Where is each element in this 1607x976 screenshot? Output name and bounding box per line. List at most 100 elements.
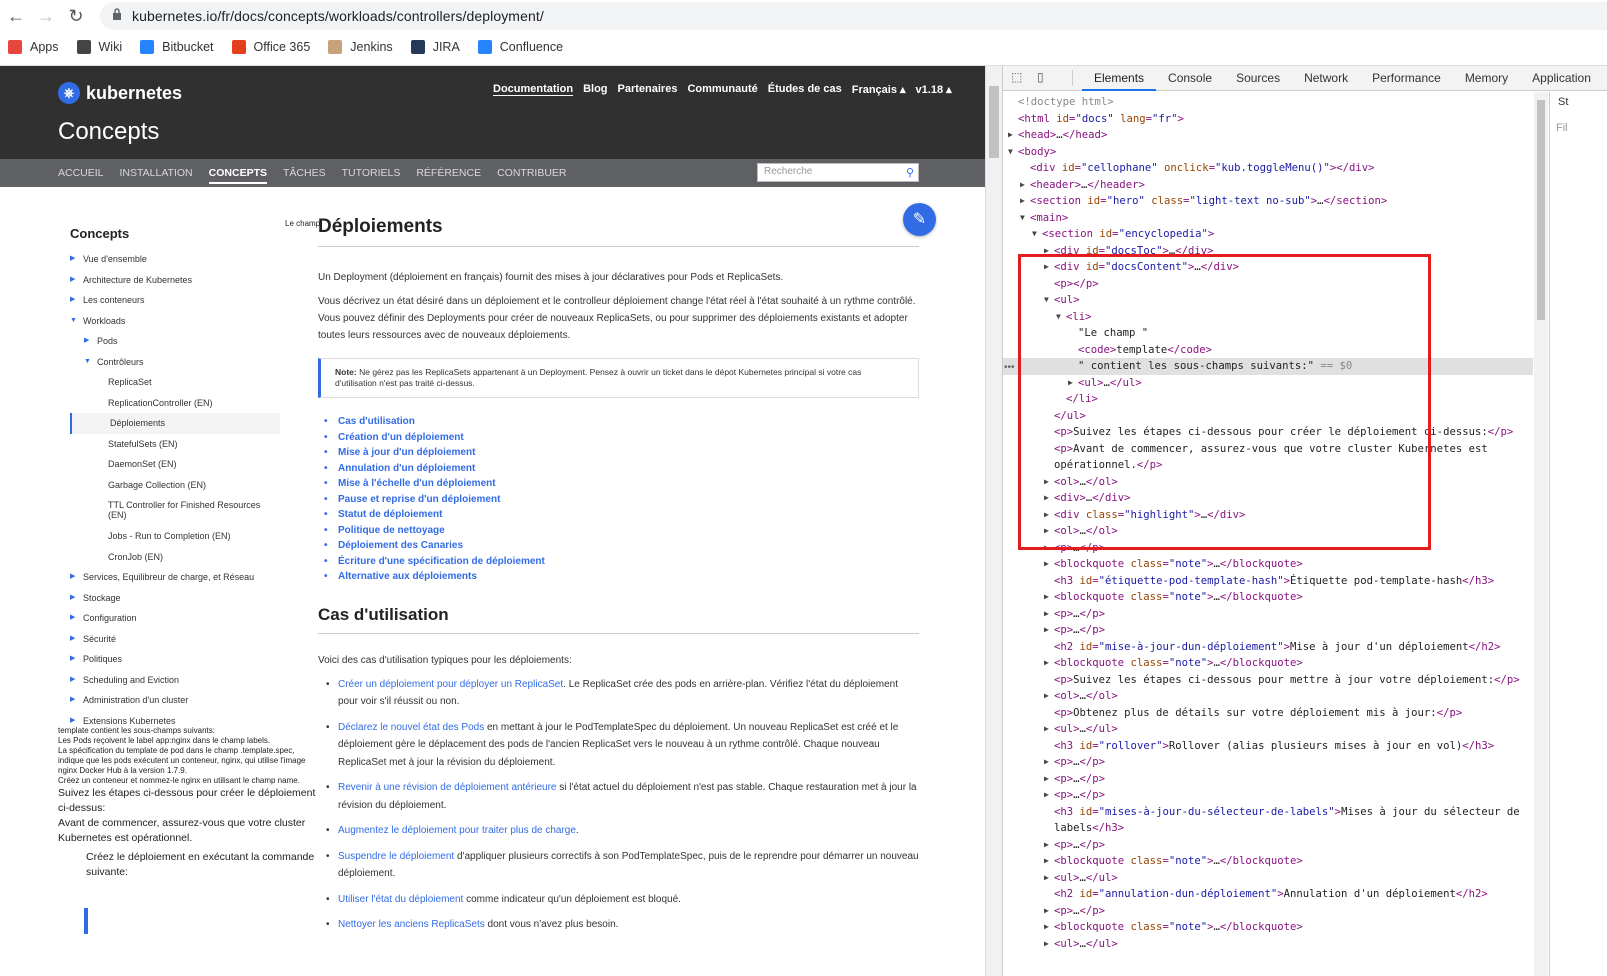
sidebar-item[interactable]: ▶ Les conteneurs	[70, 290, 280, 311]
dom-node-line[interactable]: ▶ <blockquote class="note">…</blockquote>	[1003, 919, 1533, 936]
expand-down-icon[interactable]: ▼	[1032, 226, 1037, 243]
search-icon[interactable]: ⚲	[906, 166, 914, 179]
expand-down-icon[interactable]: ▼	[1020, 210, 1025, 227]
kubernetes-logo[interactable]: ⎈ kubernetes	[58, 82, 182, 104]
dom-node-line[interactable]: ▼ <section id="encyclopedia">	[1003, 226, 1533, 243]
chevron-right-icon[interactable]: ▶	[70, 649, 75, 670]
styles-tab[interactable]: St	[1558, 96, 1568, 108]
sidebar-item[interactable]: ▶ Politiques	[70, 649, 280, 670]
toc-link[interactable]: Pause et reprise d'un déploiement	[324, 494, 919, 510]
dom-node-line[interactable]: <html id="docs" lang="fr">	[1003, 111, 1533, 128]
expand-right-icon[interactable]: ▶	[1044, 556, 1049, 573]
tab-tâches[interactable]: TÂCHES	[283, 167, 326, 184]
toc-link[interactable]: Écriture d'une spécification de déploiem…	[324, 556, 919, 572]
back-arrow-icon[interactable]: ←	[4, 4, 28, 28]
bookmark-bitbucket[interactable]: Bitbucket	[140, 40, 214, 54]
chevron-down-icon[interactable]: ▼	[70, 311, 77, 332]
search-input[interactable]: Recherche ⚲	[757, 163, 919, 182]
sidebar-item[interactable]: ▶ Sécurité	[70, 629, 280, 650]
bookmark-jenkins[interactable]: Jenkins	[328, 40, 393, 54]
devtools-scrollbar[interactable]	[1534, 92, 1548, 976]
dom-node-line[interactable]: ▶ <p>…</p>	[1003, 622, 1533, 639]
expand-right-icon[interactable]: ▶	[1044, 688, 1049, 705]
tab-installation[interactable]: INSTALLATION	[120, 167, 193, 184]
chevron-right-icon[interactable]: ▶	[70, 567, 75, 588]
dom-node-line[interactable]: ▶ <blockquote class="note">…</blockquote>	[1003, 556, 1533, 573]
chevron-right-icon[interactable]: ▶	[70, 690, 75, 711]
sidebar-item[interactable]: CronJob (EN)	[70, 547, 280, 568]
expand-right-icon[interactable]: ▶	[1044, 622, 1049, 639]
sidebar-item[interactable]: ReplicaSet	[70, 372, 280, 393]
topnav-item[interactable]: Documentation	[493, 83, 574, 96]
chevron-right-icon[interactable]: ▶	[84, 331, 89, 352]
device-toolbar-icon[interactable]: ▯	[1037, 70, 1053, 86]
dom-node-line[interactable]: ▼ <body>	[1003, 144, 1533, 161]
expand-right-icon[interactable]: ▶	[1044, 853, 1049, 870]
expand-right-icon[interactable]: ▶	[1044, 936, 1049, 953]
sidebar-item[interactable]: TTL Controller for Finished Resources (E…	[70, 495, 280, 526]
dom-node-line[interactable]: ▶ <ol>…</ol>	[1003, 688, 1533, 705]
use-case-link[interactable]: Augmentez le déploiement pour traiter pl…	[338, 825, 576, 836]
dom-node-line[interactable]: ▶ <ul>…</ul>	[1003, 721, 1533, 738]
chevron-right-icon[interactable]: ▶	[70, 290, 75, 311]
sidebar-item[interactable]: ▼ Workloads	[70, 311, 280, 332]
scrollbar-thumb[interactable]	[1537, 100, 1545, 320]
dom-node-line[interactable]: <h2 id="mise-à-jour-dun-déploiement">Mis…	[1003, 639, 1533, 656]
sidebar-item[interactable]: ▶ Services, Equilibreur de charge, et Rés…	[70, 567, 280, 588]
sidebar-item[interactable]: ▶ Scheduling and Eviction	[70, 670, 280, 691]
dom-node-line[interactable]: ▶ <p>…</p>	[1003, 837, 1533, 854]
use-case-link[interactable]: Nettoyer les anciens ReplicaSets	[338, 919, 485, 930]
topnav-item[interactable]: Études de cas	[768, 83, 842, 96]
toc-link[interactable]: Déploiement des Canaries	[324, 540, 919, 556]
sidebar-item[interactable]: ▶ Vue d'ensemble	[70, 249, 280, 270]
inspect-element-icon[interactable]: ⬚	[1011, 70, 1027, 86]
topnav-item[interactable]: Français ▴	[852, 83, 906, 96]
sidebar-item[interactable]: Déploiements	[70, 413, 280, 434]
expand-right-icon[interactable]: ▶	[1044, 655, 1049, 672]
dom-node-line[interactable]: ▶ <section id="hero" class="light-text no…	[1003, 193, 1533, 210]
dom-node-line[interactable]: labels</h3>	[1003, 820, 1533, 837]
sidebar-item[interactable]: ▶ Stockage	[70, 588, 280, 609]
expand-right-icon[interactable]: ▶	[1044, 606, 1049, 623]
expand-down-icon[interactable]: ▼	[1008, 144, 1013, 161]
dom-node-line[interactable]: <p>Suivez les étapes ci-dessous pour met…	[1003, 672, 1533, 689]
dom-node-line[interactable]: ▼ <main>	[1003, 210, 1533, 227]
bookmark-apps[interactable]: Apps	[8, 40, 59, 54]
expand-right-icon[interactable]: ▶	[1044, 787, 1049, 804]
edit-page-button[interactable]: ✎	[903, 203, 936, 236]
use-case-link[interactable]: Créer un déploiement pour déployer un Re…	[338, 679, 563, 690]
sidebar-item[interactable]: Jobs - Run to Completion (EN)	[70, 526, 280, 547]
toc-link[interactable]: Cas d'utilisation	[324, 416, 919, 432]
tab-tutoriels[interactable]: TUTORIELS	[342, 167, 401, 184]
toc-link[interactable]: Alternative aux déploiements	[324, 571, 919, 587]
expand-right-icon[interactable]: ▶	[1020, 193, 1025, 210]
use-case-link[interactable]: Revenir à une révision de déploiement an…	[338, 782, 556, 793]
expand-right-icon[interactable]: ▶	[1044, 837, 1049, 854]
sidebar-item[interactable]: ReplicationController (EN)	[70, 393, 280, 414]
expand-right-icon[interactable]: ▶	[1044, 919, 1049, 936]
dom-node-line[interactable]: ▶ <header>…</header>	[1003, 177, 1533, 194]
topnav-item[interactable]: Blog	[583, 83, 607, 96]
bookmark-wiki[interactable]: Wiki	[76, 40, 122, 54]
dom-node-line[interactable]: ▶ <p>…</p>	[1003, 771, 1533, 788]
chevron-right-icon[interactable]: ▶	[70, 270, 75, 291]
sidebar-item[interactable]: ▶ Pods	[70, 331, 280, 352]
chevron-right-icon[interactable]: ▶	[70, 588, 75, 609]
expand-right-icon[interactable]: ▶	[1020, 177, 1025, 194]
toc-link[interactable]: Mise à l'échelle d'un déploiement	[324, 478, 919, 494]
dom-node-line[interactable]: ▶ <p>…</p>	[1003, 606, 1533, 623]
topnav-item[interactable]: v1.18 ▴	[916, 83, 952, 96]
toc-link[interactable]: Politique de nettoyage	[324, 525, 919, 541]
chevron-down-icon[interactable]: ▼	[84, 352, 91, 373]
dom-node-line[interactable]: <h3 id="mises-à-jour-du-sélecteur-de-lab…	[1003, 804, 1533, 821]
dom-node-line[interactable]: ▶ <blockquote class="note">…</blockquote>	[1003, 853, 1533, 870]
toc-link[interactable]: Statut de déploiement	[324, 509, 919, 525]
toc-link[interactable]: Annulation d'un déploiement	[324, 463, 919, 479]
chevron-right-icon[interactable]: ▶	[70, 670, 75, 691]
devtools-tab-network[interactable]: Network	[1292, 66, 1360, 91]
dom-node-line[interactable]: ▶ <blockquote class="note">…</blockquote>	[1003, 589, 1533, 606]
bookmark-jira[interactable]: JIRA	[410, 40, 460, 54]
tab-concepts[interactable]: CONCEPTS	[208, 167, 267, 184]
toc-link[interactable]: Création d'un déploiement	[324, 432, 919, 448]
expand-right-icon[interactable]: ▶	[1008, 127, 1013, 144]
